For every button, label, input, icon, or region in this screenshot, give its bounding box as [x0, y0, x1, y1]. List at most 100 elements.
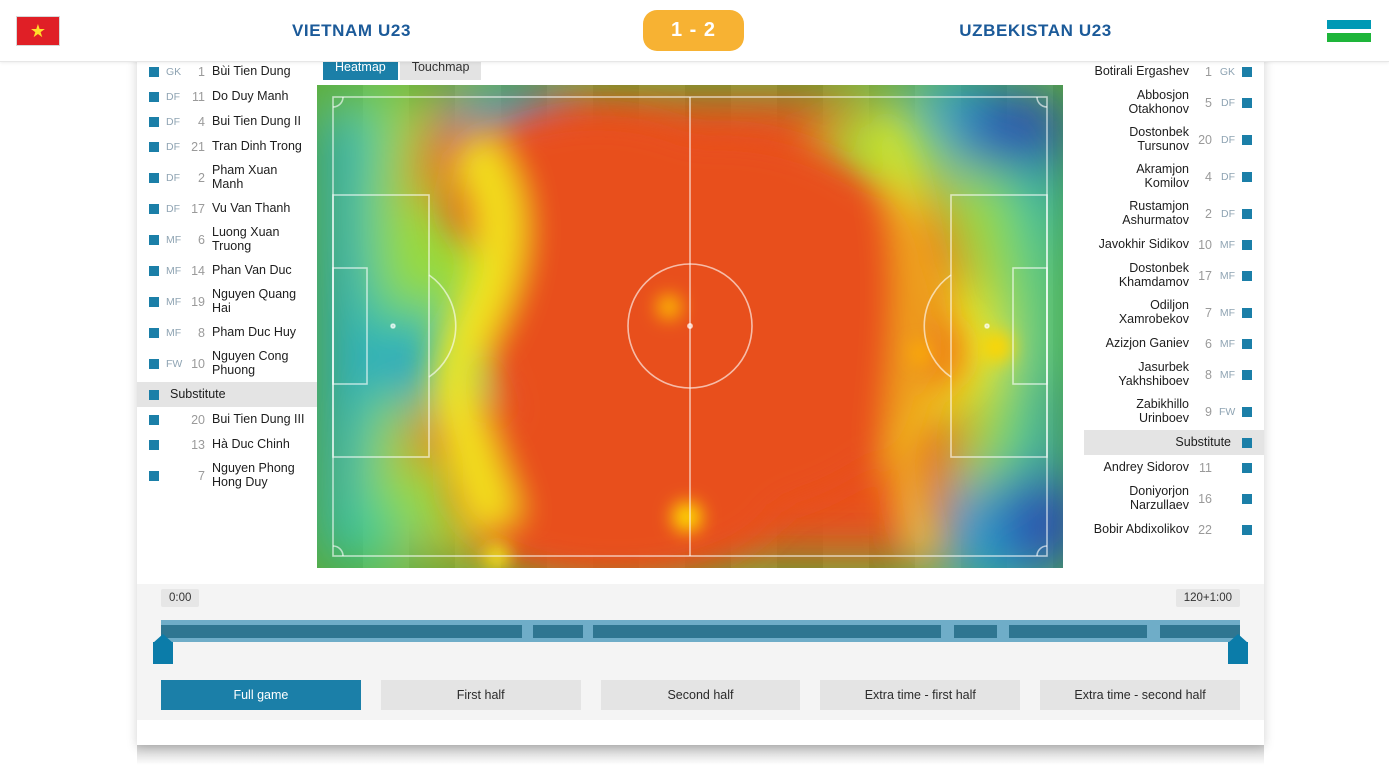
slider-handle-left[interactable] — [153, 634, 173, 664]
roster-row[interactable]: MF 8 Jasurbek Yakhshiboev — [1084, 356, 1264, 393]
period-button-second-half[interactable]: Second half — [600, 680, 801, 710]
roster-row[interactable]: MF 10 Javokhir Sidikov — [1084, 232, 1264, 257]
time-start-label: 0:00 — [161, 589, 200, 607]
player-number: 20 — [191, 412, 205, 427]
period-button-full-game[interactable]: Full game — [161, 680, 361, 710]
player-position: GK — [1219, 65, 1235, 78]
player-number: 2 — [1205, 206, 1212, 221]
roster-row[interactable]: 13 Hà Duc Chinh — [137, 432, 317, 457]
player-color-swatch-icon — [149, 265, 159, 276]
player-number: 4 — [1205, 169, 1212, 184]
roster-row[interactable]: DF 2 Pham Xuan Manh — [137, 159, 317, 196]
player-number: 22 — [1198, 522, 1212, 537]
player-name: Bobir Abdixolikov — [1093, 521, 1189, 536]
period-button-first-half[interactable]: First half — [380, 680, 581, 710]
away-roster: GK 1 Botirali Ergashev DF 5 Abbosjon Otakhono… — [1084, 56, 1264, 580]
roster-row[interactable]: DF 20 Dostonbek Tursunov — [1084, 121, 1264, 158]
player-name: Dostonbek Khamdamov — [1118, 261, 1189, 289]
roster-row[interactable]: MF 7 Odiljon Xamrobekov — [1084, 294, 1264, 331]
slider-segment — [161, 625, 523, 638]
roster-row[interactable]: DF 4 Akramjon Komilov — [1084, 158, 1264, 195]
slider-segment — [954, 625, 998, 638]
player-number: 6 — [1205, 336, 1212, 351]
match-header: ★ VIETNAM U23 1 - 2 UZBEKISTAN U23 — [0, 0, 1389, 62]
player-name: Zabikhillo Urinboev — [1136, 397, 1189, 425]
roster-row[interactable]: MF 14 Phan Van Duc — [137, 258, 317, 283]
player-number: 8 — [198, 325, 205, 340]
roster-row[interactable]: 7 Nguyen Phong Hong Duy — [137, 457, 317, 494]
roster-row[interactable]: MF 6 Azizjon Ganiev — [1084, 331, 1264, 356]
player-position: GK — [166, 65, 182, 78]
player-number: 17 — [1198, 268, 1212, 283]
slider-segment — [592, 625, 942, 638]
player-number: 11 — [1199, 460, 1212, 475]
time-end-label: 120+1:00 — [1175, 589, 1240, 607]
player-position: DF — [1221, 133, 1235, 146]
roster-row[interactable]: DF 2 Rustamjon Ashurmatov — [1084, 195, 1264, 232]
player-number: 4 — [198, 114, 205, 129]
player-name: Rustamjon Ashurmatov — [1122, 199, 1189, 227]
player-position: MF — [1219, 306, 1235, 319]
roster-row[interactable]: MF 19 Nguyen Quang Hai — [137, 283, 317, 320]
roster-row[interactable]: GK 1 Botirali Ergashev — [1084, 59, 1264, 84]
player-name: Phan Van Duc — [212, 262, 292, 277]
player-number: 10 — [1198, 237, 1212, 252]
player-color-swatch-icon — [1242, 239, 1252, 250]
player-name: Azizjon Ganiev — [1105, 335, 1189, 350]
player-position: FW — [1219, 405, 1236, 418]
roster-row[interactable]: FW 9 Zabikhillo Urinboev — [1084, 393, 1264, 430]
substitute-color-swatch-icon — [1242, 437, 1252, 448]
player-color-swatch-icon — [149, 66, 159, 77]
roster-row[interactable]: MF 17 Dostonbek Khamdamov — [1084, 257, 1264, 294]
player-number: 2 — [198, 170, 205, 185]
slider-segment — [1009, 625, 1148, 638]
player-number: 11 — [192, 89, 205, 104]
player-name: Hà Duc Chinh — [212, 436, 290, 451]
player-color-swatch-icon — [1242, 369, 1252, 380]
player-number: 1 — [198, 64, 205, 79]
player-position: DF — [166, 140, 180, 153]
player-color-swatch-icon — [1242, 270, 1252, 281]
slider-handle-right[interactable] — [1228, 634, 1248, 664]
player-name: Bui Tien Dung III — [212, 411, 305, 426]
player-number: 16 — [1198, 491, 1212, 506]
roster-row[interactable]: MF 8 Pham Duc Huy — [137, 320, 317, 345]
player-number: 14 — [191, 263, 205, 278]
roster-row[interactable]: FW 10 Nguyen Cong Phuong — [137, 345, 317, 382]
player-color-swatch-icon — [1242, 524, 1252, 535]
roster-row[interactable]: DF 4 Bui Tien Dung II — [137, 109, 317, 134]
roster-row[interactable]: DF 21 Tran Dinh Trong — [137, 134, 317, 159]
roster-row[interactable]: GK 1 Bùi Tien Dung — [137, 59, 317, 84]
roster-row[interactable]: DF 11 Do Duy Manh — [137, 84, 317, 109]
time-range-slider[interactable] — [161, 620, 1240, 642]
player-color-swatch-icon — [149, 470, 159, 481]
player-color-swatch-icon — [1242, 66, 1252, 77]
player-name: Dostonbek Tursunov — [1129, 125, 1189, 153]
content-row: GK 1 Bùi Tien Dung DF 11 Do Duy Manh DF 4 Bui Ti… — [137, 56, 1264, 580]
pitch-lines — [332, 96, 1048, 557]
roster-row[interactable]: DF 17 Vu Van Thanh — [137, 196, 317, 221]
player-number: 8 — [1205, 367, 1212, 382]
player-color-swatch-icon — [149, 203, 159, 214]
flag-band-green — [1327, 32, 1371, 42]
player-position: DF — [166, 171, 180, 184]
player-color-swatch-icon — [149, 234, 159, 245]
roster-row[interactable]: 20 Bui Tien Dung III — [137, 407, 317, 432]
slider-segment — [533, 625, 583, 638]
player-position: DF — [166, 90, 180, 103]
timeline-panel: 0:00 120+1:00 Full game First half Second … — [137, 584, 1264, 720]
player-color-swatch-icon — [1242, 493, 1252, 504]
time-labels: 0:00 120+1:00 — [137, 584, 1264, 612]
roster-row[interactable]: DF 5 Abbosjon Otakhonov — [1084, 84, 1264, 121]
roster-row[interactable]: 16 Doniyorjon Narzullaev — [1084, 480, 1264, 517]
roster-row[interactable]: 11 Andrey Sidorov — [1084, 455, 1264, 480]
away-team-name: UZBEKISTAN U23 — [959, 20, 1112, 40]
period-button-extra-time-second-half[interactable]: Extra time - second half — [1040, 680, 1240, 710]
roster-row[interactable]: MF 6 Luong Xuan Truong — [137, 221, 317, 258]
roster-row[interactable]: 22 Bobir Abdixolikov — [1084, 517, 1264, 542]
player-position: MF — [166, 264, 182, 277]
player-name: Jasurbek Yakhshiboev — [1118, 360, 1189, 388]
player-color-swatch-icon — [149, 172, 159, 183]
player-name: Botirali Ergashev — [1094, 63, 1190, 78]
period-button-extra-time-first-half[interactable]: Extra time - first half — [820, 680, 1021, 710]
